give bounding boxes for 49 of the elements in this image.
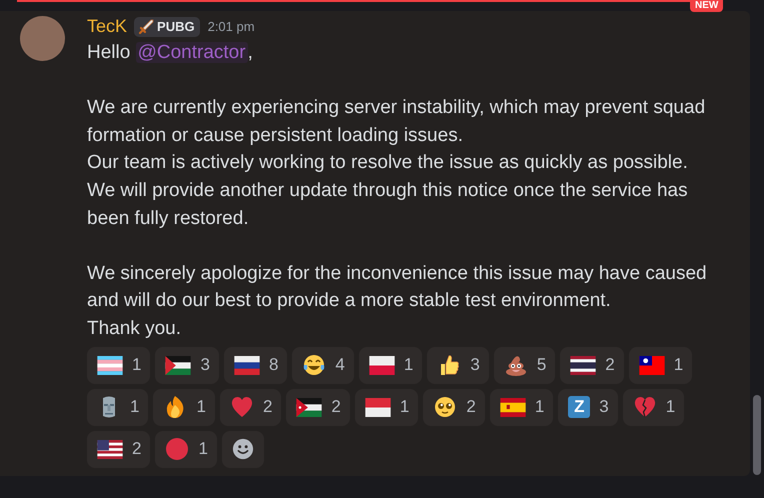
circle-icon	[165, 437, 190, 462]
striped-flag-icon	[97, 356, 123, 375]
reaction-button[interactable]: 2	[87, 430, 150, 468]
reaction-button[interactable]: Z 3	[558, 388, 618, 426]
reaction-button[interactable]: 1	[628, 346, 692, 384]
reaction-button[interactable]: 1	[354, 388, 418, 426]
add-reaction-button[interactable]	[222, 430, 264, 468]
reaction-button[interactable]: 5	[494, 346, 556, 384]
reaction-button[interactable]: 2	[560, 346, 624, 384]
jordan-flag-icon	[296, 398, 322, 417]
user-mention[interactable]: @Contractor	[136, 42, 248, 63]
reaction-button[interactable]: 2	[220, 388, 282, 426]
taiwan-flag-icon	[638, 356, 665, 375]
indonesia-flag-icon	[364, 398, 391, 417]
server-tag[interactable]: PUBG	[134, 17, 200, 37]
reaction-button[interactable]: 3	[427, 346, 489, 384]
greeting-text: Hello @Contractor,	[87, 41, 254, 65]
letter-emoji: Z	[568, 396, 590, 418]
laughing-face-icon	[302, 353, 326, 378]
reaction-button[interactable]: 1	[153, 388, 215, 426]
us-flag-icon	[97, 440, 123, 459]
reaction-button[interactable]: 1	[155, 430, 217, 468]
russia-flag-icon	[234, 356, 260, 375]
author-name[interactable]: TecK	[87, 13, 128, 41]
sword-icon	[137, 18, 156, 36]
reaction-button[interactable]: 1	[490, 388, 554, 426]
reaction-button[interactable]: 1	[87, 346, 150, 384]
scrollbar-thumb[interactable]	[753, 395, 761, 475]
new-badge: NEW	[690, 0, 724, 12]
reaction-button[interactable]: 3	[155, 346, 219, 384]
reaction-button[interactable]: 1	[87, 388, 148, 426]
broken-heart-icon	[632, 395, 657, 420]
spain-flag-icon	[500, 398, 526, 417]
reaction-button[interactable]: 1	[358, 346, 422, 384]
reaction-button[interactable]: 1	[622, 388, 684, 426]
thailand-flag-icon	[570, 356, 596, 375]
pleading-face-icon	[433, 395, 458, 420]
heart-icon	[230, 395, 254, 420]
reaction-button[interactable]: 8	[224, 346, 288, 384]
palestine-flag-icon	[165, 356, 192, 375]
avatar[interactable]	[20, 16, 65, 61]
poland-flag-icon	[368, 356, 395, 375]
message-paragraph: We are currently experiencing server instability, which may prevent squad formation or cause persistent loading issues. Our team is actively working to resolve the issue as quickly as possible. We will provide another update through this notice once the service has been fully restored.	[87, 96, 706, 231]
smiley-icon	[232, 438, 254, 460]
reaction-button[interactable]: 2	[423, 388, 485, 426]
reaction-button[interactable]: 4	[292, 346, 354, 384]
reaction-button[interactable]: 2	[286, 388, 350, 426]
timestamp: 2:01 pm	[208, 18, 255, 36]
message-paragraph: We sincerely apologize for the inconvenience this issue may have caused and will do our best to provide a more stable test environment. Thank you.	[87, 262, 708, 341]
